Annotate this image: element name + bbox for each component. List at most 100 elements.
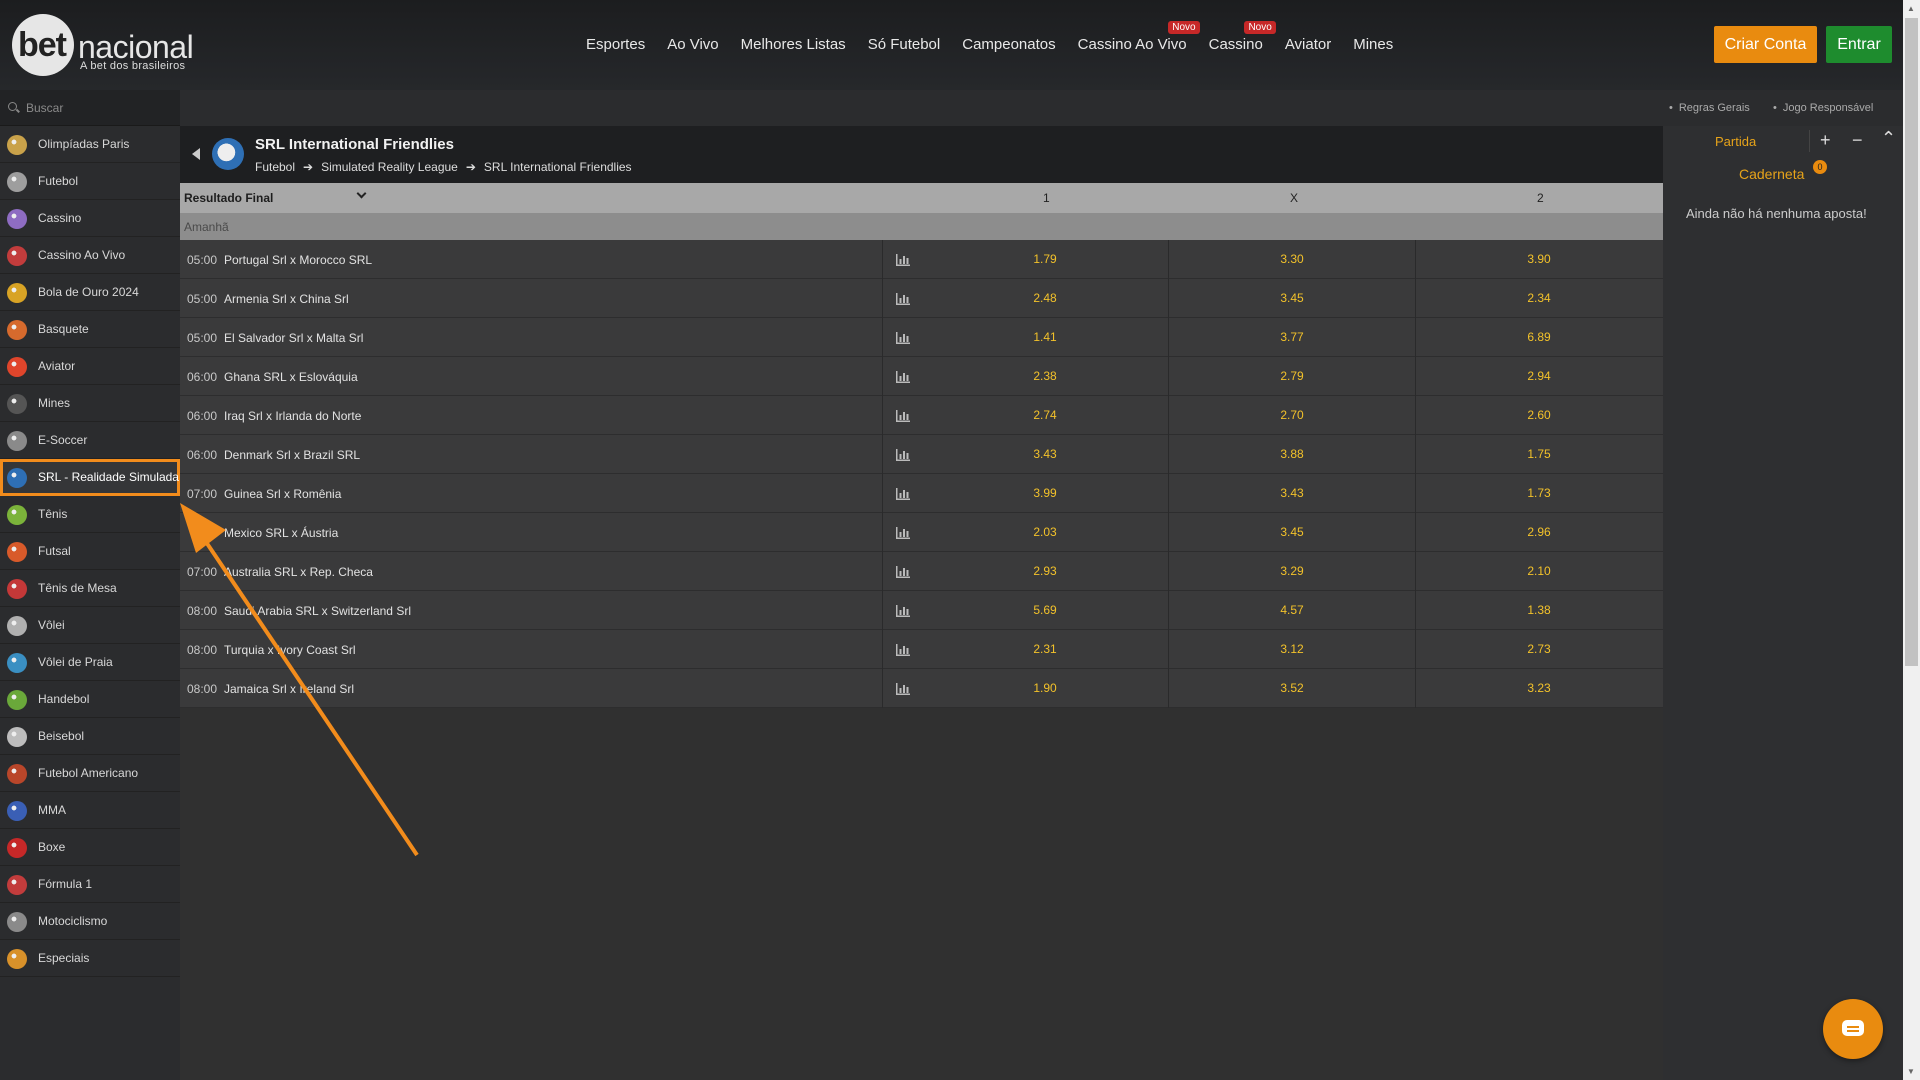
odd-home[interactable]: 1.79 [1015,252,1075,266]
match-teams[interactable]: Jamaica Srl x Ireland Srl [224,682,354,696]
stats-chart-icon[interactable] [896,448,910,461]
sidebar-item-cassino-ao-vivo[interactable]: Cassino Ao Vivo [0,237,180,274]
odd-away[interactable]: 2.60 [1509,408,1569,422]
odd-draw[interactable]: 3.43 [1262,486,1322,500]
odd-home[interactable]: 2.48 [1015,291,1075,305]
match-row[interactable]: 06:00 Ghana SRL x Eslováquia 2.38 2.79 2.94 [180,357,1663,396]
match-row[interactable]: 08:00 Turquia x Ivory Coast Srl 2.31 3.12 2.… [180,630,1663,669]
odd-draw[interactable]: 3.29 [1262,564,1322,578]
betslip-title[interactable]: Caderneta [1739,166,1804,182]
login-button[interactable]: Entrar [1826,26,1892,63]
odd-home[interactable]: 2.93 [1015,564,1075,578]
match-teams[interactable]: Saudi Arabia SRL x Switzerland Srl [224,604,411,618]
odd-draw[interactable]: 3.88 [1262,447,1322,461]
match-teams[interactable]: Denmark Srl x Brazil SRL [224,448,360,462]
odd-away[interactable]: 2.10 [1509,564,1569,578]
match-teams[interactable]: El Salvador Srl x Malta Srl [224,331,363,345]
odd-draw[interactable]: 2.79 [1262,369,1322,383]
scroll-up-icon[interactable]: ▲ [1907,4,1915,13]
sidebar-item-srl-realidade-simulada[interactable]: SRL - Realidade Simulada [0,459,180,496]
odd-draw[interactable]: 3.52 [1262,681,1322,695]
stats-chart-icon[interactable] [896,604,910,617]
responsible-gaming-link[interactable]: Jogo Responsável [1773,102,1874,114]
odd-home[interactable]: 2.31 [1015,642,1075,656]
search-input[interactable] [26,99,171,117]
stats-chart-icon[interactable] [896,409,910,422]
odd-draw[interactable]: 4.57 [1262,603,1322,617]
match-row[interactable]: Mexico SRL x Áustria 2.03 3.45 2.96 [180,513,1663,552]
betnacional-logo[interactable]: bet nacional A bet dos brasileiros [12,14,194,76]
nav-item-cassino-ao-vivo[interactable]: Cassino Ao Vivo Novo [1067,21,1200,53]
odd-away[interactable]: 6.89 [1509,330,1569,344]
odd-draw[interactable]: 3.45 [1262,525,1322,539]
match-row[interactable]: 07:00 Guinea Srl x Romênia 3.99 3.43 1.73 [180,474,1663,513]
match-teams[interactable]: Mexico SRL x Áustria [224,526,338,540]
match-row[interactable]: 05:00 El Salvador Srl x Malta Srl 1.41 3.77… [180,318,1663,357]
nav-item-campeonatos[interactable]: Campeonatos [951,36,1066,53]
odd-home[interactable]: 2.38 [1015,369,1075,383]
nav-item-esportes[interactable]: Esportes [575,36,656,53]
stats-chart-icon[interactable] [896,565,910,578]
nav-item-cassino[interactable]: Cassino Novo [1198,21,1276,53]
breadcrumb-competition[interactable]: SRL International Friendlies [484,160,632,174]
match-row[interactable]: 05:00 Armenia Srl x China Srl 2.48 3.45 2.34 [180,279,1663,318]
nav-item-ao-vivo[interactable]: Ao Vivo [656,36,729,53]
odd-draw[interactable]: 3.77 [1262,330,1322,344]
sidebar-item-basquete[interactable]: Basquete [0,311,180,348]
back-arrow-icon[interactable] [192,148,200,160]
nav-item-aviator[interactable]: Aviator [1274,36,1342,53]
odd-home[interactable]: 1.41 [1015,330,1075,344]
odd-away[interactable]: 2.96 [1509,525,1569,539]
odd-away[interactable]: 1.38 [1509,603,1569,617]
match-row[interactable]: 05:00 Portugal Srl x Morocco SRL 1.79 3.30 3… [180,240,1663,279]
sidebar-item-volei-de-praia[interactable]: Vôlei de Praia [0,644,180,681]
match-row[interactable]: 08:00 Saudi Arabia SRL x Switzerland Srl 5… [180,591,1663,630]
sidebar-item-mma[interactable]: MMA [0,792,180,829]
stats-chart-icon[interactable] [896,682,910,695]
sidebar-item-beisebol[interactable]: Beisebol [0,718,180,755]
stats-chart-icon[interactable] [896,526,910,539]
match-teams[interactable]: Turquia x Ivory Coast Srl [224,643,356,657]
match-row[interactable]: 06:00 Denmark Srl x Brazil SRL 3.43 3.88 1.7… [180,435,1663,474]
sidebar-item-bola-de-ouro-2024[interactable]: Bola de Ouro 2024 [0,274,180,311]
sidebar-item-mines[interactable]: Mines [0,385,180,422]
odd-away[interactable]: 2.34 [1509,291,1569,305]
sidebar-item-futebol-americano[interactable]: Futebol Americano [0,755,180,792]
match-teams[interactable]: Armenia Srl x China Srl [224,292,349,306]
odd-away[interactable]: 1.73 [1509,486,1569,500]
scroll-down-icon[interactable]: ▼ [1907,1067,1915,1076]
sidebar-item-olimpiadas-paris[interactable]: Olimpíadas Paris [0,126,180,163]
sidebar-item-aviator[interactable]: Aviator [0,348,180,385]
sidebar-item-e-soccer[interactable]: E-Soccer [0,422,180,459]
stats-chart-icon[interactable] [896,487,910,500]
odd-draw[interactable]: 2.70 [1262,408,1322,422]
stats-chart-icon[interactable] [896,253,910,266]
sidebar-item-formula-1[interactable]: Fórmula 1 [0,866,180,903]
sidebar-item-handebol[interactable]: Handebol [0,681,180,718]
breadcrumb-futebol[interactable]: Futebol [255,160,295,174]
sidebar-item-futsal[interactable]: Futsal [0,533,180,570]
odd-home[interactable]: 1.90 [1015,681,1075,695]
match-row[interactable]: 08:00 Jamaica Srl x Ireland Srl 1.90 3.52 3.… [180,669,1663,708]
odd-away[interactable]: 1.75 [1509,447,1569,461]
minus-icon[interactable]: − [1852,130,1863,151]
match-teams[interactable]: Guinea Srl x Romênia [224,487,341,501]
odd-away[interactable]: 3.90 [1509,252,1569,266]
chat-button[interactable] [1823,999,1883,1059]
match-row[interactable]: 07:00 Australia SRL x Rep. Checa 2.93 3.29 2… [180,552,1663,591]
odd-home[interactable]: 5.69 [1015,603,1075,617]
nav-item-s-futebol[interactable]: Só Futebol [857,36,952,53]
odd-away[interactable]: 2.73 [1509,642,1569,656]
match-teams[interactable]: Portugal Srl x Morocco SRL [224,253,372,267]
nav-item-mines[interactable]: Mines [1342,36,1404,53]
odd-away[interactable]: 2.94 [1509,369,1569,383]
match-row[interactable]: 06:00 Iraq Srl x Irlanda do Norte 2.74 2.70… [180,396,1663,435]
odd-home[interactable]: 3.43 [1015,447,1075,461]
odd-draw[interactable]: 3.30 [1262,252,1322,266]
sidebar-item-cassino[interactable]: Cassino [0,200,180,237]
sidebar-item-boxe[interactable]: Boxe [0,829,180,866]
breadcrumb-league[interactable]: Simulated Reality League [321,160,458,174]
stats-chart-icon[interactable] [896,643,910,656]
market-select[interactable]: Resultado Final [184,191,369,205]
sidebar-item-futebol[interactable]: Futebol [0,163,180,200]
